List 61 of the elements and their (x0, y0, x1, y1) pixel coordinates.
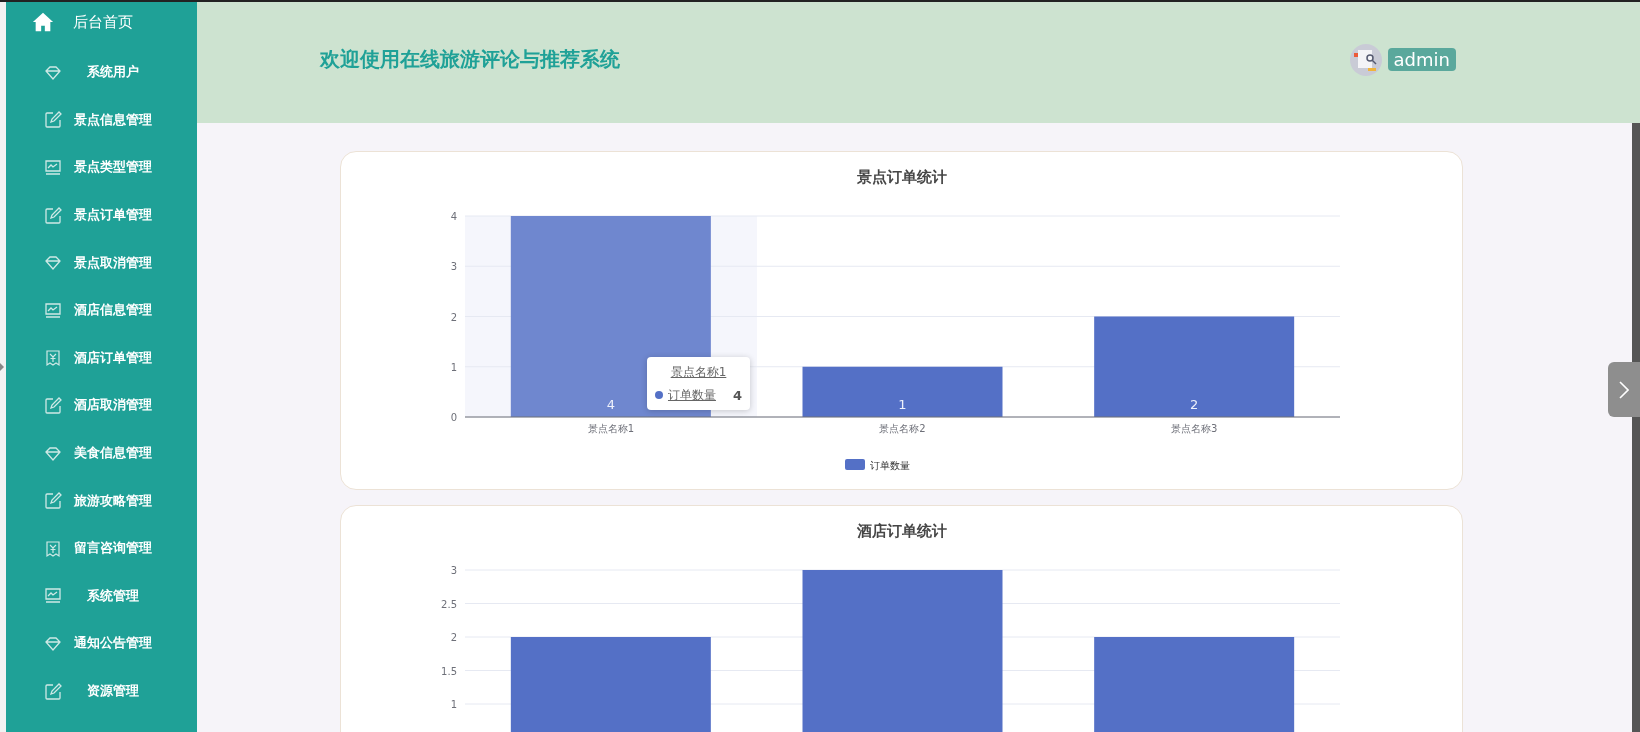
y-tick-label: 4 (450, 211, 457, 222)
series-dot-icon (654, 391, 663, 399)
sidebar-item[interactable]: 景点信息管理 (6, 96, 197, 145)
gem-icon (44, 634, 62, 653)
x-tick-label: 景点名称2 (879, 423, 926, 434)
chart-icon (44, 587, 62, 606)
collapse-handle-icon[interactable] (0, 363, 4, 371)
sidebar-item[interactable]: 景点类型管理 (6, 144, 197, 192)
sidebar-item[interactable]: 通知公告管理 (6, 620, 197, 668)
sidebar-item[interactable]: 美食信息管理 (6, 429, 197, 478)
bar-value-label: 4 (606, 397, 615, 412)
x-tick-label: 景点名称3 (1171, 423, 1218, 434)
sidebar-item[interactable]: 景点取消管理 (6, 239, 197, 287)
tooltip-title: 景点名称1 (670, 363, 727, 381)
x-tick-label: 景点名称1 (587, 423, 634, 434)
sidebar-item[interactable]: 系统用户 (6, 49, 197, 97)
edit-icon (44, 206, 62, 225)
sidebar-item[interactable]: 旅游攻略管理 (6, 477, 197, 525)
sidebar-item[interactable]: 系统管理 (6, 572, 197, 621)
chart-icon (44, 159, 62, 177)
y-tick-label: 1 (450, 361, 457, 373)
page-title: 欢迎使用在线旅游评论与推荐系统 (320, 46, 620, 73)
scrollbar[interactable] (1632, 123, 1640, 732)
sidebar-item[interactable]: 资源管理 (6, 667, 197, 716)
receipt-icon (44, 349, 62, 368)
sidebar-item[interactable]: 酒店订单管理 (6, 334, 197, 383)
sidebar-item[interactable]: 酒店信息管理 (6, 286, 197, 335)
y-tick-label: 2 (450, 632, 457, 643)
next-arrow-button[interactable] (1608, 362, 1640, 417)
y-tick-label: 3 (450, 261, 457, 273)
y-tick-label: 0 (450, 412, 457, 423)
gem-icon (44, 63, 62, 82)
chart-icon (44, 301, 62, 320)
tooltip-value: 4 (732, 387, 742, 403)
y-tick-label: 2.5 (441, 598, 457, 610)
username[interactable]: admin (1387, 48, 1456, 71)
gem-icon (44, 444, 62, 463)
receipt-icon (44, 539, 62, 558)
chevron-right-icon (1619, 380, 1629, 399)
home-link[interactable]: 后台首页 (6, 4, 197, 40)
avatar[interactable] (1349, 43, 1382, 76)
edit-icon (44, 111, 62, 130)
sidebar-item[interactable]: 酒店取消管理 (6, 382, 197, 430)
edit-icon (44, 682, 62, 701)
y-tick-label: 1 (450, 699, 457, 710)
bar-value-label: 2 (1190, 397, 1199, 412)
chart-title: 景点订单统计 (856, 168, 947, 186)
sidebar-item[interactable]: 留言咨询管理 (6, 524, 197, 573)
legend-label: 订单数量 (870, 460, 910, 471)
edit-icon (44, 396, 62, 415)
home-icon (31, 11, 55, 33)
y-tick-label: 2 (450, 311, 457, 323)
legend-item[interactable]: 订单数量 (845, 459, 910, 471)
edit-icon (44, 492, 62, 511)
bar[interactable] (802, 366, 1003, 417)
y-tick-label: 3 (450, 565, 457, 576)
sidebar-item[interactable]: 景点订单管理 (6, 191, 197, 240)
tooltip-label: 订单数量 (667, 386, 716, 404)
y-tick-label: 1.5 (441, 665, 457, 677)
chart-title: 酒店订单统计 (856, 522, 947, 540)
bar-value-label: 1 (898, 397, 907, 412)
